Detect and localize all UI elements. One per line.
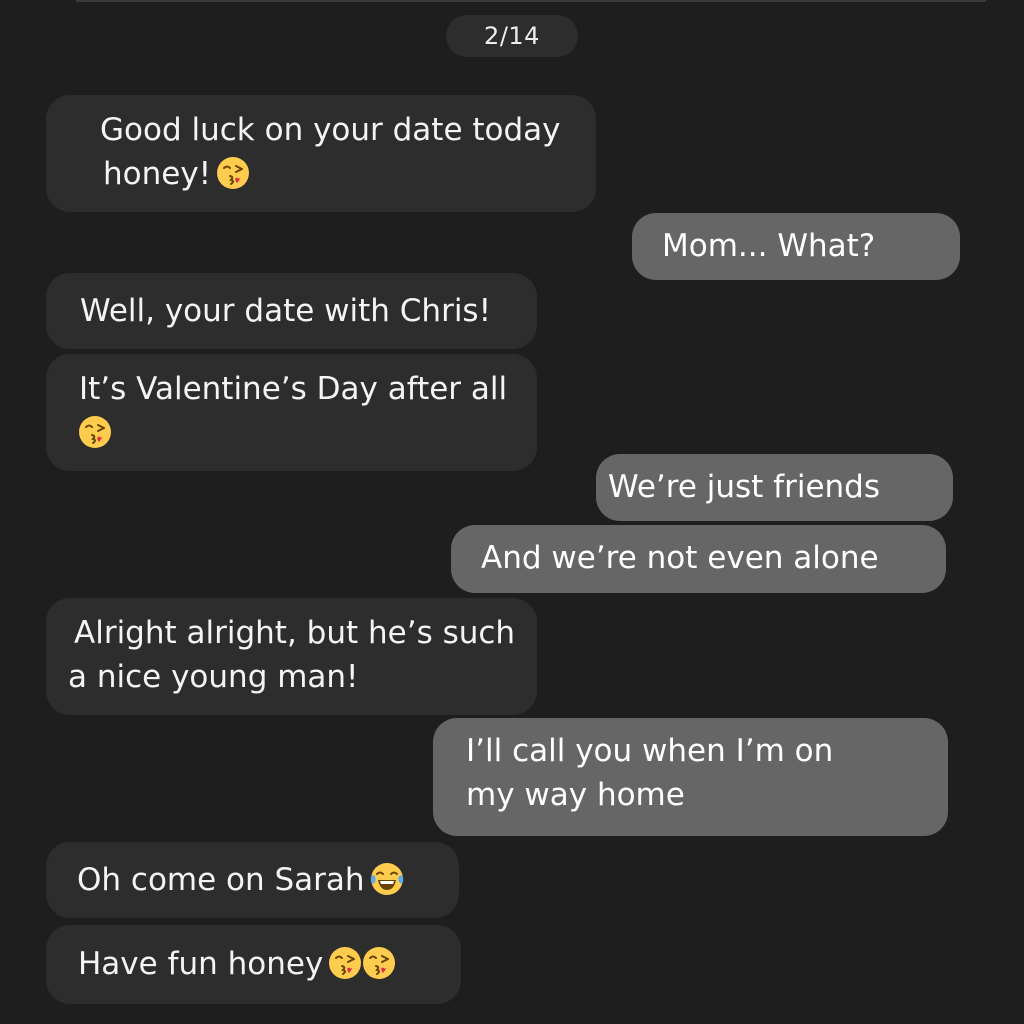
kissing-heart-emoji-icon xyxy=(327,945,363,981)
top-divider xyxy=(76,0,986,2)
message-bubble-incoming[interactable]: Have fun honey xyxy=(46,925,461,1004)
message-text: Oh come on Sarah xyxy=(77,862,365,898)
message-text: And we’re not even alone xyxy=(481,540,879,576)
message-bubble-incoming[interactable]: Alright alright, but he’s such a nice yo… xyxy=(46,598,537,715)
message-text: Alright alright, but he’s such xyxy=(74,615,516,651)
message-text: my way home xyxy=(466,777,685,813)
message-text: I’ll call you when I’m on xyxy=(466,733,834,769)
message-text: Mom... What? xyxy=(662,228,876,264)
message-bubble-outgoing[interactable]: And we’re not even alone xyxy=(451,525,946,593)
message-bubble-outgoing[interactable]: We’re just friends xyxy=(596,454,953,521)
message-text: Well, your date with Chris! xyxy=(80,293,492,329)
message-bubble-outgoing[interactable]: I’ll call you when I’m on my way home xyxy=(433,718,948,836)
message-text: We’re just friends xyxy=(608,469,880,505)
kissing-heart-emoji-icon xyxy=(361,945,397,981)
message-bubble-outgoing[interactable]: Mom... What? xyxy=(632,213,960,280)
message-text: honey! xyxy=(103,156,212,192)
message-text: Good luck on your date today xyxy=(100,112,561,148)
kissing-heart-emoji-icon xyxy=(77,414,113,450)
message-bubble-incoming[interactable]: It’s Valentine’s Day after all xyxy=(46,354,537,471)
message-bubble-incoming[interactable]: Well, your date with Chris! xyxy=(46,273,537,349)
kissing-heart-emoji-icon xyxy=(215,155,251,191)
tears-of-joy-emoji-icon xyxy=(369,861,405,897)
message-text: It’s Valentine’s Day after all xyxy=(79,371,508,407)
message-bubble-incoming[interactable]: Good luck on your date today honey! xyxy=(46,95,596,212)
message-text: Have fun honey xyxy=(78,946,324,982)
date-separator: 2/14 xyxy=(446,15,578,57)
message-bubble-incoming[interactable]: Oh come on Sarah xyxy=(46,842,459,918)
message-text: a nice young man! xyxy=(68,659,359,695)
